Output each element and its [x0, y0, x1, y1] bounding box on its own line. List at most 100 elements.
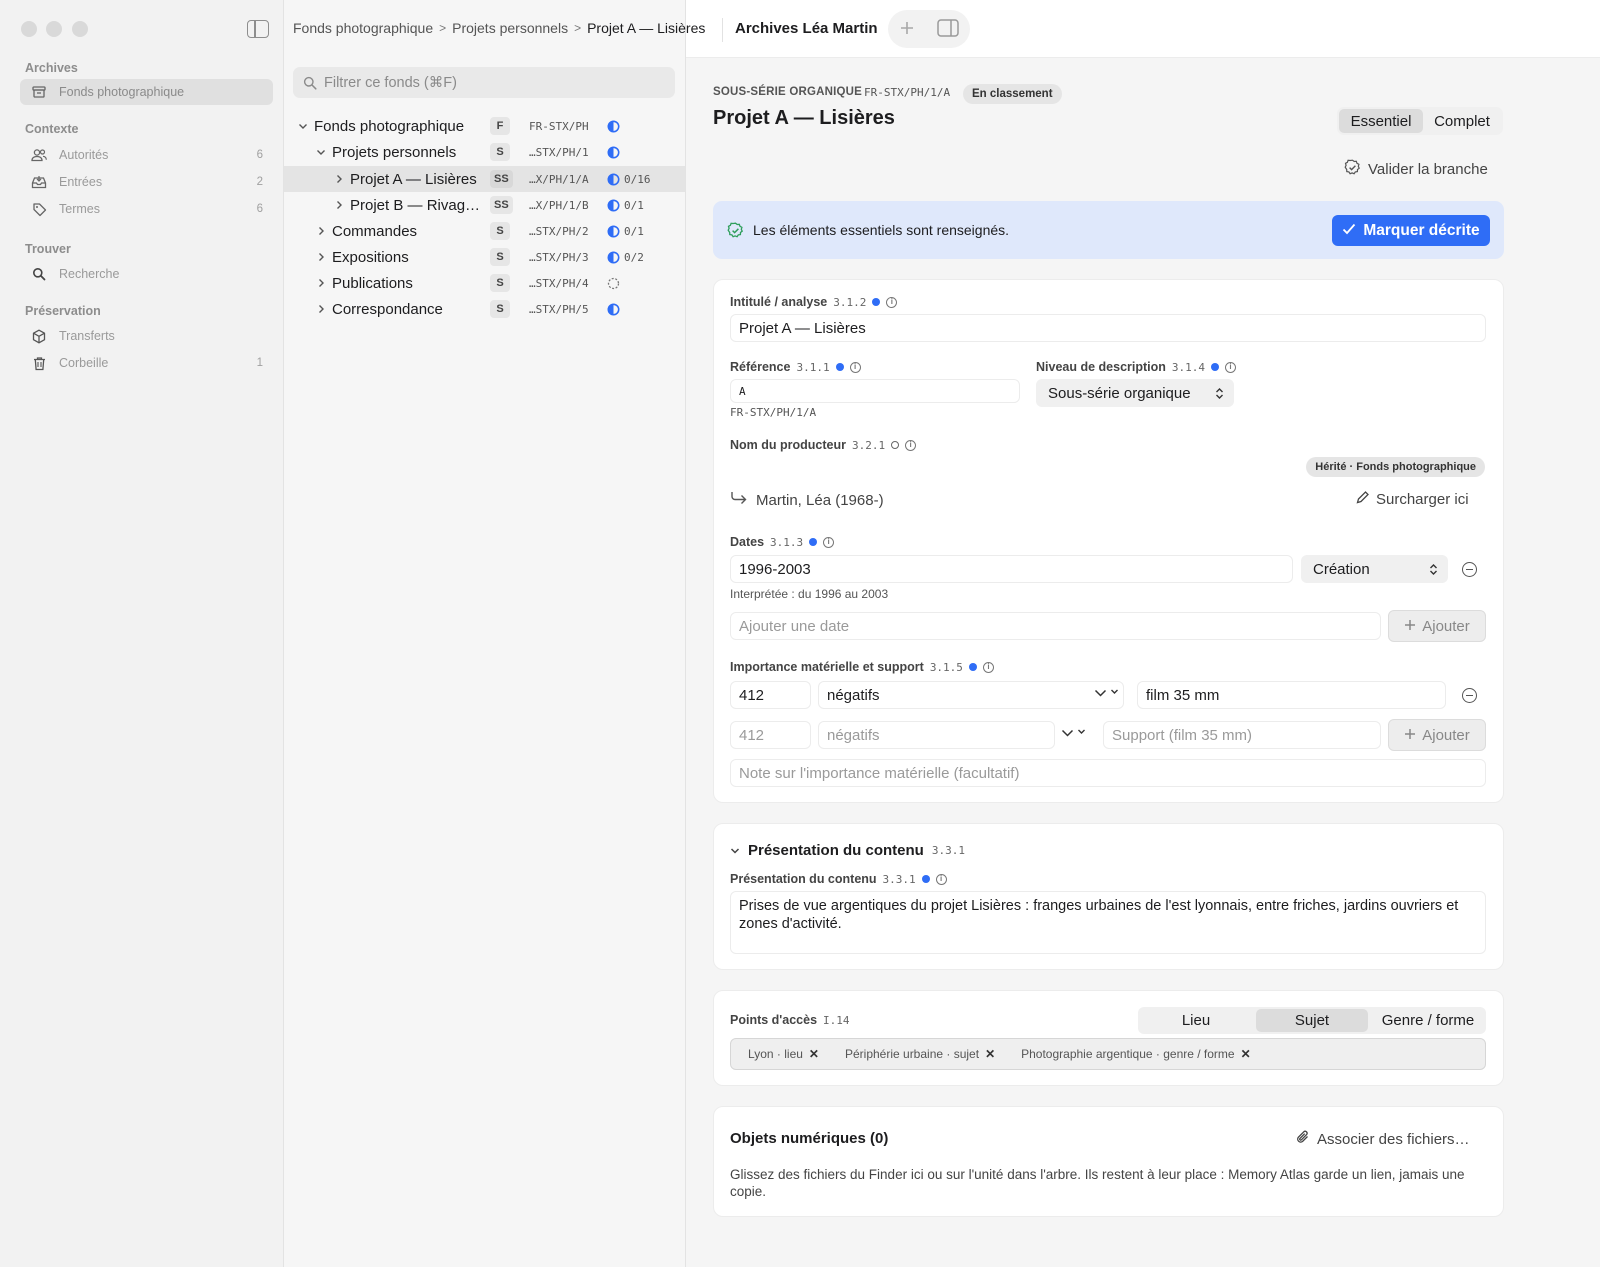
info-icon[interactable]: i	[849, 361, 861, 373]
access-tab-genre[interactable]: Genre / forme	[1370, 1007, 1486, 1034]
add-date-input[interactable]: Ajouter une date	[730, 612, 1381, 640]
remove-extent-icon[interactable]	[1462, 688, 1477, 703]
remove-date-icon[interactable]	[1462, 562, 1477, 577]
isad-number: 3.1.3	[770, 535, 804, 549]
access-tags-field[interactable]: Lyon · lieu ✕ Périphérie urbaine · sujet ✕…	[730, 1038, 1486, 1070]
window-zoom-button[interactable]	[72, 21, 88, 37]
tree-row[interactable]: Correspondance S …STX/PH/5	[284, 296, 685, 322]
chevron-down-icon[interactable]	[298, 121, 308, 131]
chevron-right-icon[interactable]	[334, 174, 344, 184]
sidebar-item-autorites[interactable]: Autorités 6	[20, 142, 273, 168]
sidebar-item-entrees[interactable]: Entrées 2	[20, 169, 273, 195]
chevron-down-icon[interactable]	[316, 147, 326, 157]
sidebar-item-fonds[interactable]: Fonds photographique	[20, 79, 273, 105]
isad-number: 3.1.4	[1171, 360, 1206, 374]
add-extent-button[interactable]: Ajouter	[1388, 719, 1486, 751]
window-minimize-button[interactable]	[46, 21, 62, 37]
new-unit-combobox[interactable]: négatifs	[818, 721, 1055, 749]
sidebar-item-corbeille[interactable]: Corbeille 1	[20, 350, 273, 376]
info-icon[interactable]: i	[982, 661, 994, 673]
unit-dropdown-chevron-icon[interactable]	[1094, 688, 1119, 698]
unit-combobox[interactable]: négatifs	[818, 681, 1124, 709]
tree-row[interactable]: Commandes S …STX/PH/2 0/1	[284, 218, 685, 244]
chevron-right-icon[interactable]	[334, 200, 344, 210]
presentation-textarea[interactable]: Prises de vue argentiques du projet Lisi…	[730, 891, 1486, 954]
sidebar-item-termes[interactable]: Termes 6	[20, 196, 273, 222]
remove-tag-icon[interactable]: ✕	[985, 1047, 995, 1061]
chevron-right-icon[interactable]	[316, 278, 326, 288]
filter-input[interactable]: Filtrer ce fonds (⌘F)	[293, 67, 675, 98]
access-tab-sujet[interactable]: Sujet	[1256, 1009, 1368, 1032]
required-dot-icon	[872, 298, 881, 306]
override-button[interactable]: Surcharger ici	[1356, 491, 1469, 508]
content-section-header[interactable]: Présentation du contenu 3.3.1	[730, 842, 965, 859]
header-divider	[722, 18, 723, 42]
breadcrumb-current[interactable]: Projet A — Lisières	[587, 20, 705, 36]
sidebar-item-recherche[interactable]: Recherche	[20, 261, 273, 287]
search-icon	[303, 76, 317, 90]
level-badge: S	[490, 143, 510, 161]
filter-placeholder: Filtrer ce fonds (⌘F)	[324, 74, 457, 91]
mark-described-button[interactable]: Marquer décrite	[1332, 215, 1490, 246]
half-circle-progress-icon	[607, 120, 620, 132]
info-icon[interactable]: i	[935, 873, 947, 885]
sidebar-toggle-icon[interactable]	[247, 20, 269, 38]
plus-icon[interactable]	[899, 20, 915, 39]
access-tag[interactable]: Périphérie urbaine · sujet ✕	[845, 1047, 995, 1061]
tree-row[interactable]: Projet B — Rivag… SS …X/PH/1/B 0/1	[284, 192, 685, 218]
half-circle-progress-icon	[607, 173, 620, 185]
sidebar-item-label: Autorités	[59, 148, 109, 162]
new-quantity-input[interactable]: 412	[730, 721, 811, 749]
header-button-group	[888, 10, 970, 48]
quantity-input[interactable]: 412	[730, 681, 811, 709]
chevron-right-icon[interactable]	[316, 304, 326, 314]
tree-row[interactable]: Fonds photographique F FR-STX/PH	[284, 113, 685, 139]
add-date-button[interactable]: Ajouter	[1388, 610, 1486, 642]
info-icon[interactable]: i	[1225, 361, 1237, 373]
completion-banner: Les éléments essentiels sont renseignés.…	[713, 201, 1504, 259]
field-label-text: Niveau de description	[1036, 360, 1166, 374]
extent-note-input[interactable]: Note sur l'importance matérielle (facult…	[730, 759, 1486, 787]
remove-tag-icon[interactable]: ✕	[1241, 1047, 1251, 1061]
isad-number: 3.3.1	[931, 844, 965, 857]
access-tab-lieu[interactable]: Lieu	[1138, 1007, 1254, 1034]
remove-tag-icon[interactable]: ✕	[809, 1047, 819, 1061]
intitule-input[interactable]: Projet A — Lisières	[730, 314, 1486, 342]
dates-input[interactable]: 1996-2003	[730, 555, 1293, 583]
chevron-right-icon[interactable]	[316, 226, 326, 236]
progress-indicator	[607, 146, 620, 159]
view-mode-essentiel[interactable]: Essentiel	[1339, 109, 1423, 133]
support-input[interactable]: film 35 mm	[1137, 681, 1446, 709]
reference-input[interactable]: A	[730, 379, 1020, 403]
info-icon[interactable]: i	[905, 439, 917, 451]
info-icon[interactable]: i	[886, 296, 898, 308]
tree-row[interactable]: Projets personnels S …STX/PH/1	[284, 139, 685, 165]
people-icon	[31, 147, 47, 163]
view-mode-complet[interactable]: Complet	[1423, 109, 1501, 133]
breadcrumb-item[interactable]: Projets personnels	[452, 20, 568, 36]
tree-row[interactable]: Publications S …STX/PH/4	[284, 270, 685, 296]
new-unit-dropdown-chevron-icon[interactable]	[1061, 728, 1086, 738]
access-tag[interactable]: Photographie argentique · genre / forme ✕	[1021, 1047, 1251, 1061]
archive-box-icon	[31, 84, 47, 100]
date-type-value: Création	[1313, 560, 1370, 578]
level-badge: S	[490, 222, 510, 240]
tree-row-selected[interactable]: Projet A — Lisières SS …X/PH/1/A 0/16	[284, 166, 685, 192]
level-badge: F	[490, 117, 510, 135]
tree-row[interactable]: Expositions S …STX/PH/3 0/2	[284, 244, 685, 270]
field-label-dates: Dates 3.1.3 i	[730, 535, 835, 549]
info-icon[interactable]: i	[823, 536, 835, 548]
breadcrumb-item[interactable]: Fonds photographique	[293, 20, 433, 36]
sidebar-item-transferts[interactable]: Transferts	[20, 323, 273, 349]
access-tag[interactable]: Lyon · lieu ✕	[748, 1047, 819, 1061]
new-support-input[interactable]: Support (film 35 mm)	[1103, 721, 1381, 749]
half-circle-progress-icon	[607, 146, 620, 158]
date-type-select[interactable]: Création	[1301, 555, 1448, 583]
validate-branch-button[interactable]: Valider la branche	[1344, 159, 1488, 180]
niveau-select[interactable]: Sous-série organique	[1036, 379, 1234, 407]
attach-files-button[interactable]: Associer des fichiers…	[1296, 1129, 1470, 1149]
chevron-right-icon[interactable]	[316, 252, 326, 262]
inspector-toggle-icon[interactable]	[937, 18, 959, 40]
access-tag-label: Photographie argentique · genre / forme	[1021, 1047, 1235, 1061]
window-close-button[interactable]	[21, 21, 37, 37]
